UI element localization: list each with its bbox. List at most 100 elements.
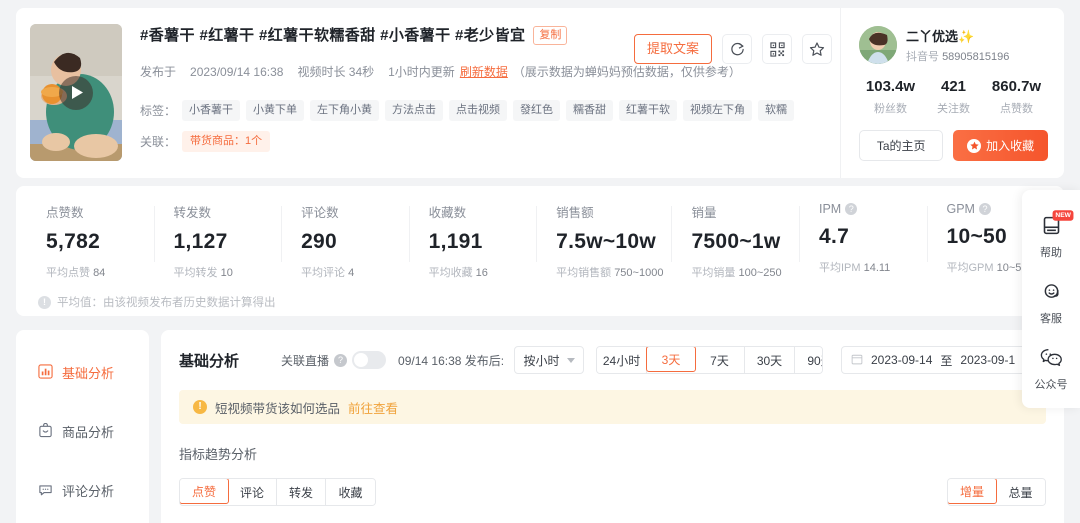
add-favorite-label: 加入收藏 [986,137,1034,154]
sidebar-item-label: 评论分析 [62,481,114,500]
metric-sub-label: 平均评论 [301,267,345,279]
metric-sub-value: 10~5 [997,262,1022,274]
tab-favorites[interactable]: 收藏 [326,479,375,505]
metric-label: 销量 [691,202,791,221]
share-icon[interactable] [722,34,752,64]
calendar-icon [851,353,863,368]
analysis-sidebar: 基础分析 商品分析 [16,330,149,523]
chevron-down-icon [567,358,575,363]
metric-likes: 点赞数 5,782 平均点赞 84 [26,202,154,280]
trend-metric-tabs: 点赞 评论 转发 收藏 [179,478,376,506]
tab-likes[interactable]: 点赞 [179,478,229,504]
copy-button[interactable]: 复制 [533,26,567,45]
add-favorite-button[interactable]: 加入收藏 [953,130,1048,161]
tag-row: 标签： 小香薯干 小黄下单 左下角小黄 方法点击 点击视频 發红色 糯香甜 红薯… [140,100,840,121]
tag-chip[interactable]: 左下角小黄 [310,100,379,121]
date-end: 2023-09-1 [960,353,1015,367]
metric-sub: 平均点赞 84 [46,264,146,280]
sidebar-item-basic-analysis[interactable]: 基础分析 [16,352,149,393]
author-stats: 103.4w 粉丝数 421 关注数 860.7w 点赞数 [859,78,1048,116]
metric-sub-value: 750~1000 [614,267,663,279]
metric-sub: 平均IPM 14.11 [819,259,919,275]
tag-chip[interactable]: 视频左下角 [683,100,752,121]
live-toggle-group: 关联直播 ? [281,351,386,369]
range-option-90d[interactable]: 90天 [795,347,823,373]
stat-value: 421 [922,78,985,95]
publish-date: 2023/09/14 16:38 [190,65,283,79]
tag-chip[interactable]: 软糯 [758,100,794,121]
metric-sub-value: 84 [93,267,105,279]
tag-chip[interactable]: 糯香甜 [566,100,613,121]
dock-item-help[interactable]: NEW 帮助 [1022,204,1080,270]
video-thumbnail[interactable] [30,24,122,161]
metric-sub: 平均转发 10 [174,264,274,280]
qrcode-icon[interactable] [762,34,792,64]
extract-copy-button[interactable]: 提取文案 [634,34,712,64]
info-icon: ! [38,296,51,309]
value-mode-increment[interactable]: 增量 [947,478,997,504]
stat-value: 103.4w [859,78,922,95]
author-homepage-button[interactable]: Ta的主页 [859,130,943,161]
granularity-select[interactable]: 按小时 [514,346,584,374]
metric-sub-value: 14.11 [864,262,891,274]
sidebar-item-comment-analysis[interactable]: 评论分析 [16,470,149,511]
live-toggle-switch[interactable] [352,351,386,369]
tag-chip[interactable]: 红薯干软 [619,100,677,121]
tag-chip[interactable]: 小香薯干 [182,100,240,121]
author-stat: 421 关注数 [922,78,985,116]
metric-sub-value: 100~250 [739,267,782,279]
stat-value: 860.7w [985,78,1048,95]
video-summary-card: #香薯干 #红薯干 #红薯干软糯香甜 #小香薯干 #老少皆宜 复制 发布于 20… [16,8,1064,178]
tab-shares[interactable]: 转发 [277,479,326,505]
value-mode-total[interactable]: 总量 [996,479,1045,505]
star-icon[interactable] [802,34,832,64]
range-option-3d[interactable]: 3天 [646,346,696,372]
trend-controls: 点赞 评论 转发 收藏 增量 总量 [179,478,1046,506]
metric-sub-value: 4 [348,267,354,279]
basic-analysis-panel: 基础分析 关联直播 ? 09/14 16:38 发布后: 按小时 24小时 3天… [161,330,1064,523]
dock-item-service[interactable]: 客服 [1022,270,1080,336]
metric-sub-label: 平均销量 [691,267,735,279]
range-option-24h[interactable]: 24小时 [597,347,647,373]
metric-sub-value: 16 [476,267,488,279]
metric-sales-amount: 销售额 7.5w~10w 平均销售额 750~1000 [536,202,671,280]
metric-ipm: IPM ? 4.7 平均IPM 14.11 [799,202,927,280]
date-separator: 至 [940,352,952,369]
new-badge: NEW [1052,210,1073,220]
metric-sub: 平均销量 100~250 [691,264,791,280]
range-option-30d[interactable]: 30天 [745,347,795,373]
selection-tip-banner: ! 短视频带货该如何选品 前往查看 [179,390,1046,424]
help-icon[interactable]: ? [334,354,347,367]
stat-label: 关注数 [922,100,985,116]
date-start: 2023-09-14 [871,353,932,367]
author-buttons: Ta的主页 加入收藏 [859,130,1048,161]
author-id: 抖音号 58905815196 [906,48,1009,64]
help-icon[interactable]: ? [845,203,857,215]
dock-item-label: 帮助 [1040,244,1062,260]
bar-chart-icon [38,364,53,382]
help-icon[interactable]: ? [979,203,991,215]
tag-chip[interactable]: 点击视频 [449,100,507,121]
star-filled-icon [967,139,981,153]
granularity-value: 按小时 [524,352,560,369]
data-disclaimer: （展示数据为蝉妈妈预估数据，仅供参考） [513,63,741,80]
tag-chip[interactable]: 發红色 [513,100,560,121]
app-root: #香薯干 #红薯干 #红薯干软糯香甜 #小香薯干 #老少皆宜 复制 发布于 20… [0,0,1080,523]
alert-link[interactable]: 前往查看 [348,398,398,417]
metric-label: 点赞数 [46,202,146,221]
play-icon[interactable] [59,76,93,110]
product-icon [38,423,53,441]
stat-label: 粉丝数 [859,100,922,116]
author-header[interactable]: 二丫优选✨ 抖音号 58905815196 [859,26,1048,64]
panel-header: 基础分析 关联直播 ? 09/14 16:38 发布后: 按小时 24小时 3天… [179,346,1046,374]
range-option-7d[interactable]: 7天 [695,347,745,373]
refresh-data-link[interactable]: 刷新数据 [460,63,508,80]
date-range-picker[interactable]: 2023-09-14 至 2023-09-1 [841,346,1046,374]
related-product-badge[interactable]: 带货商品：1个 [182,131,270,152]
tag-chip[interactable]: 小黄下单 [246,100,304,121]
tag-chip[interactable]: 方法点击 [385,100,443,121]
dock-item-wechat[interactable]: 公众号 [1022,336,1080,402]
sidebar-item-product-analysis[interactable]: 商品分析 [16,411,149,452]
avatar[interactable] [859,26,897,64]
tab-comments[interactable]: 评论 [228,479,277,505]
